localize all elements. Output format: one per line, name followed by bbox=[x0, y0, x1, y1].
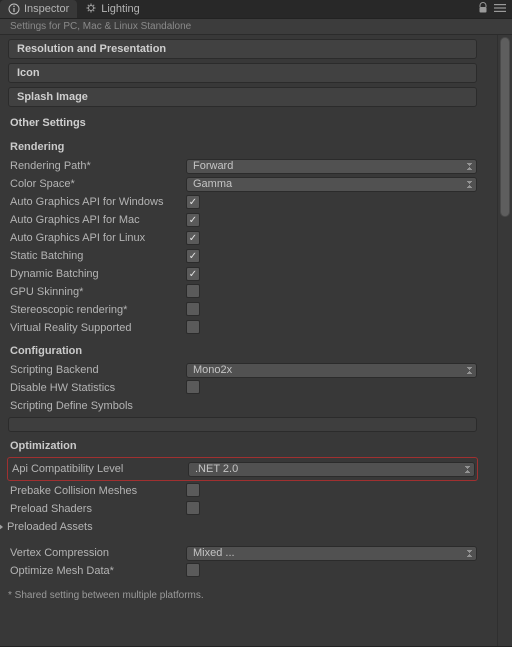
inspector-body: Resolution and Presentation Icon Splash … bbox=[0, 35, 497, 646]
auto-graphics-mac-checkbox[interactable] bbox=[186, 213, 200, 227]
vertical-scrollbar[interactable] bbox=[497, 35, 512, 646]
tab-bar: Inspector Lighting bbox=[0, 0, 512, 19]
section-splash[interactable]: Splash Image bbox=[8, 87, 477, 107]
configuration-heading: Configuration bbox=[8, 337, 477, 361]
label-rendering-path: Rendering Path* bbox=[10, 160, 186, 172]
prebake-collision-checkbox[interactable] bbox=[186, 483, 200, 497]
preload-shaders-checkbox[interactable] bbox=[186, 501, 200, 515]
lock-icon[interactable] bbox=[478, 2, 488, 17]
row-static-batching: Static Batching bbox=[8, 247, 477, 265]
static-batching-checkbox[interactable] bbox=[186, 249, 200, 263]
api-compat-dropdown[interactable]: .NET 2.0 bbox=[188, 462, 475, 477]
row-vr-supported: Virtual Reality Supported bbox=[8, 319, 477, 337]
label-scripting-define: Scripting Define Symbols bbox=[10, 400, 186, 412]
row-rendering-path: Rendering Path* Forward bbox=[8, 157, 477, 175]
label-api-compat: Api Compatibility Level bbox=[12, 463, 188, 475]
row-stereoscopic: Stereoscopic rendering* bbox=[8, 301, 477, 319]
triangle-right-icon bbox=[0, 523, 3, 531]
section-icon[interactable]: Icon bbox=[8, 63, 477, 83]
stereoscopic-checkbox[interactable] bbox=[186, 302, 200, 316]
row-gpu-skinning: GPU Skinning* bbox=[8, 283, 477, 301]
row-dynamic-batching: Dynamic Batching bbox=[8, 265, 477, 283]
label-static-batching: Static Batching bbox=[10, 250, 186, 262]
label-auto-graphics-win: Auto Graphics API for Windows bbox=[10, 196, 186, 208]
row-auto-graphics-win: Auto Graphics API for Windows bbox=[8, 193, 477, 211]
label-scripting-backend: Scripting Backend bbox=[10, 364, 186, 376]
label-color-space: Color Space* bbox=[10, 178, 186, 190]
row-scripting-backend: Scripting Backend Mono2x bbox=[8, 361, 477, 379]
label-preloaded-assets: Preloaded Assets bbox=[7, 521, 93, 533]
optimization-heading: Optimization bbox=[8, 432, 477, 456]
preloaded-assets-foldout[interactable]: Preloaded Assets bbox=[0, 518, 477, 536]
dynamic-batching-checkbox[interactable] bbox=[186, 267, 200, 281]
disable-hw-stats-checkbox[interactable] bbox=[186, 380, 200, 394]
auto-graphics-win-checkbox[interactable] bbox=[186, 195, 200, 209]
section-other-heading[interactable]: Other Settings bbox=[8, 111, 477, 133]
scripting-define-input[interactable] bbox=[8, 417, 477, 432]
row-preload-shaders: Preload Shaders bbox=[8, 500, 477, 518]
tabbar-right bbox=[478, 0, 512, 18]
row-prebake-collision: Prebake Collision Meshes bbox=[8, 482, 477, 500]
inspector-window: Inspector Lighting Settings for PC, Mac … bbox=[0, 0, 512, 647]
label-vertex-compression: Vertex Compression bbox=[10, 547, 186, 559]
label-stereoscopic: Stereoscopic rendering* bbox=[10, 304, 186, 316]
row-auto-graphics-mac: Auto Graphics API for Mac bbox=[8, 211, 477, 229]
row-disable-hw-stats: Disable HW Statistics bbox=[8, 379, 477, 397]
row-optimize-mesh: Optimize Mesh Data* bbox=[8, 562, 477, 580]
info-icon bbox=[8, 3, 20, 15]
scripting-backend-dropdown[interactable]: Mono2x bbox=[186, 363, 477, 378]
vr-supported-checkbox[interactable] bbox=[186, 320, 200, 334]
label-dynamic-batching: Dynamic Batching bbox=[10, 268, 186, 280]
row-api-compat-highlight: Api Compatibility Level .NET 2.0 bbox=[7, 457, 478, 481]
tab-lighting-label: Lighting bbox=[101, 3, 140, 15]
lighting-icon bbox=[85, 3, 97, 15]
auto-graphics-linux-checkbox[interactable] bbox=[186, 231, 200, 245]
footnote: * Shared setting between multiple platfo… bbox=[8, 590, 477, 601]
row-color-space: Color Space* Gamma bbox=[8, 175, 477, 193]
label-disable-hw-stats: Disable HW Statistics bbox=[10, 382, 186, 394]
settings-subtitle: Settings for PC, Mac & Linux Standalone bbox=[0, 19, 512, 35]
rendering-heading: Rendering bbox=[8, 133, 477, 157]
panel-menu-icon[interactable] bbox=[494, 3, 506, 16]
label-optimize-mesh: Optimize Mesh Data* bbox=[10, 565, 186, 577]
row-auto-graphics-linux: Auto Graphics API for Linux bbox=[8, 229, 477, 247]
label-prebake-collision: Prebake Collision Meshes bbox=[10, 485, 186, 497]
scrollbar-thumb[interactable] bbox=[500, 37, 510, 217]
row-scripting-define: Scripting Define Symbols bbox=[8, 397, 477, 415]
section-resolution[interactable]: Resolution and Presentation bbox=[8, 39, 477, 59]
color-space-dropdown[interactable]: Gamma bbox=[186, 177, 477, 192]
row-api-compat: Api Compatibility Level .NET 2.0 bbox=[10, 460, 475, 478]
label-vr-supported: Virtual Reality Supported bbox=[10, 322, 186, 334]
label-preload-shaders: Preload Shaders bbox=[10, 503, 186, 515]
row-vertex-compression: Vertex Compression Mixed ... bbox=[8, 544, 477, 562]
tab-lighting[interactable]: Lighting bbox=[77, 0, 148, 18]
vertex-compression-dropdown[interactable]: Mixed ... bbox=[186, 546, 477, 561]
label-gpu-skinning: GPU Skinning* bbox=[10, 286, 186, 298]
tab-inspector[interactable]: Inspector bbox=[0, 0, 77, 18]
gpu-skinning-checkbox[interactable] bbox=[186, 284, 200, 298]
rendering-path-dropdown[interactable]: Forward bbox=[186, 159, 477, 174]
label-auto-graphics-linux: Auto Graphics API for Linux bbox=[10, 232, 186, 244]
tab-inspector-label: Inspector bbox=[24, 3, 69, 15]
optimize-mesh-checkbox[interactable] bbox=[186, 563, 200, 577]
label-auto-graphics-mac: Auto Graphics API for Mac bbox=[10, 214, 186, 226]
